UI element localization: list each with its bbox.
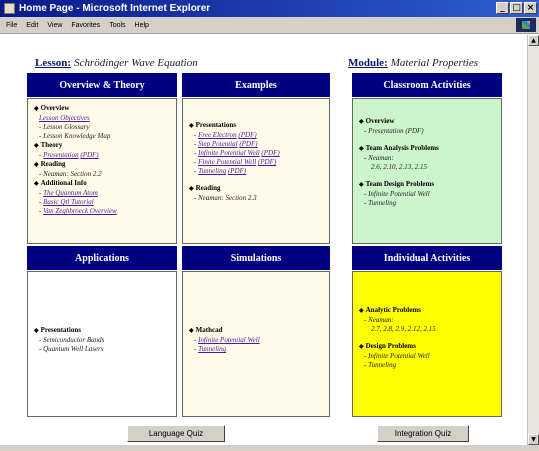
basic-qtl-tutorial-link[interactable]: Basic Qtl Tutorial xyxy=(43,198,94,206)
infinite-well-link[interactable]: Infinite Potential Well xyxy=(198,149,260,157)
classroom-overview-heading: Overview xyxy=(359,117,495,127)
overview-theory-panel: Overview Lesson Objectives - Lesson Glos… xyxy=(27,98,177,244)
quantum-atom-link[interactable]: The Quantum Atom xyxy=(43,189,98,197)
tunneling-link[interactable]: Tunneling xyxy=(198,167,226,175)
individual-activities-header: Individual Activities xyxy=(352,246,502,270)
menu-favorites[interactable]: Favorites xyxy=(71,22,100,29)
lesson-heading: Lesson: Schrödinger Wave Equation xyxy=(35,57,198,69)
free-electron-link[interactable]: Free Electron xyxy=(198,131,237,139)
design-problems-heading: Design Problems xyxy=(359,342,495,352)
examples-reading-text: - Neaman: Section 2.3 xyxy=(194,194,257,202)
lesson-objectives-link[interactable]: Lesson Objectives xyxy=(39,114,90,122)
step-potential-pdf-link[interactable]: (PDF) xyxy=(239,140,257,148)
sim-infinite-well-link[interactable]: Infinite Potential Well xyxy=(198,336,260,344)
menu-file[interactable]: File xyxy=(6,22,17,29)
menu-edit[interactable]: Edit xyxy=(26,22,38,29)
overview-section-heading: Overview xyxy=(34,104,170,114)
integration-quiz-button[interactable]: Integration Quiz xyxy=(377,425,469,442)
team-design-infinite-well: - Infinite Potential Well xyxy=(364,190,430,198)
window-titlebar: Home Page - Microsoft Internet Explorer … xyxy=(0,0,539,17)
tunneling-pdf-link[interactable]: (PDF) xyxy=(228,167,246,175)
classroom-activities-header: Classroom Activities xyxy=(352,73,502,97)
language-quiz-button[interactable]: Language Quiz xyxy=(127,425,225,442)
team-design-heading: Team Design Problems xyxy=(359,180,495,190)
module-heading: Module: Material Properties xyxy=(348,57,478,69)
windows-logo-icon xyxy=(516,18,536,32)
theory-presentation-link[interactable]: Presentation xyxy=(43,151,79,159)
quantum-well-lasers-text: - Quantum Well Lasers xyxy=(39,345,104,353)
semiconductor-bands-text: - Semiconductor Bands xyxy=(39,336,105,344)
scroll-down-arrow-icon[interactable]: ▼ xyxy=(528,434,539,445)
classroom-presentation-text: - Presentation (PDF) xyxy=(364,127,424,135)
individual-activities-panel: Analytic Problems - Neaman: 2.7, 2.8, 2.… xyxy=(352,271,502,417)
lesson-label: Lesson: xyxy=(35,57,72,69)
team-analysis-problems: 2.6, 2.10, 2.13, 2.15 xyxy=(371,163,427,171)
analytic-problem-list: 2.7, 2.8, 2.9, 2.12, 2.15 xyxy=(371,325,436,333)
close-button[interactable]: × xyxy=(524,2,537,14)
examples-header: Examples xyxy=(182,73,330,97)
module-label: Module: xyxy=(348,57,388,69)
theory-section-heading: Theory xyxy=(34,141,170,151)
theory-pdf-link[interactable]: (PDF) xyxy=(80,151,98,159)
applications-presentations-heading: Presentations xyxy=(34,326,170,336)
lesson-glossary-text: - Lesson Glossary xyxy=(39,123,90,131)
reading-section-heading: Reading xyxy=(34,160,170,170)
lesson-knowledge-map-text: - Lesson Knowledge Map xyxy=(39,132,111,140)
team-design-tunneling: - Tunneling xyxy=(364,199,397,207)
scroll-up-arrow-icon[interactable]: ▲ xyxy=(528,35,539,46)
lesson-value: Schrödinger Wave Equation xyxy=(74,57,198,69)
van-zeghbroeck-link[interactable]: Van Zeghbroeck Overview xyxy=(43,207,117,215)
menu-tools[interactable]: Tools xyxy=(109,22,125,29)
finite-well-pdf-link[interactable]: (PDF) xyxy=(258,158,276,166)
overview-theory-header: Overview & Theory xyxy=(27,73,177,97)
menu-help[interactable]: Help xyxy=(135,22,149,29)
design-infinite-well: - Infinite Potential Well xyxy=(364,352,430,360)
applications-header: Applications xyxy=(27,246,177,270)
free-electron-pdf-link[interactable]: (PDF) xyxy=(238,131,256,139)
minimize-button[interactable]: _ xyxy=(496,2,509,14)
window-title: Home Page - Microsoft Internet Explorer xyxy=(19,3,211,14)
simulations-header: Simulations xyxy=(182,246,330,270)
examples-panel: Presentations - Free Electron (PDF) - St… xyxy=(182,98,330,244)
menu-view[interactable]: View xyxy=(47,22,62,29)
maximize-button[interactable]: □ xyxy=(510,2,523,14)
mathcad-heading: Mathcad xyxy=(189,326,323,336)
finite-well-link[interactable]: Finite Potential Well xyxy=(198,158,256,166)
status-bar xyxy=(0,445,539,451)
team-analysis-neaman: - Neaman: xyxy=(364,154,394,162)
design-tunneling: - Tunneling xyxy=(364,361,397,369)
examples-reading-heading: Reading xyxy=(189,184,323,194)
vertical-scrollbar[interactable]: ▲ ▼ xyxy=(527,35,539,445)
classroom-activities-panel: Overview - Presentation (PDF) Team Analy… xyxy=(352,98,502,244)
infinite-well-pdf-link[interactable]: (PDF) xyxy=(261,149,279,157)
page-content: Lesson: Schrödinger Wave Equation Module:… xyxy=(0,35,527,445)
menu-bar: File Edit View Favorites Tools Help xyxy=(0,17,539,34)
simulations-panel: Mathcad - Infinite Potential Well - Tunn… xyxy=(182,271,330,417)
reading-neaman-text: - Neaman: Section 2.2 xyxy=(39,170,102,178)
ie-icon xyxy=(4,3,15,14)
team-analysis-heading: Team Analysis Problems xyxy=(359,144,495,154)
analytic-neaman: - Neaman: xyxy=(364,316,394,324)
examples-presentations-heading: Presentations xyxy=(189,121,323,131)
sim-tunneling-link[interactable]: Tunneling xyxy=(198,345,226,353)
step-potential-link[interactable]: Step Potential xyxy=(198,140,237,148)
applications-panel: Presentations - Semiconductor Bands - Qu… xyxy=(27,271,177,417)
additional-info-heading: Additional Info xyxy=(34,179,170,189)
module-value: Material Properties xyxy=(390,57,479,69)
analytic-problems-heading: Analytic Problems xyxy=(359,306,495,316)
